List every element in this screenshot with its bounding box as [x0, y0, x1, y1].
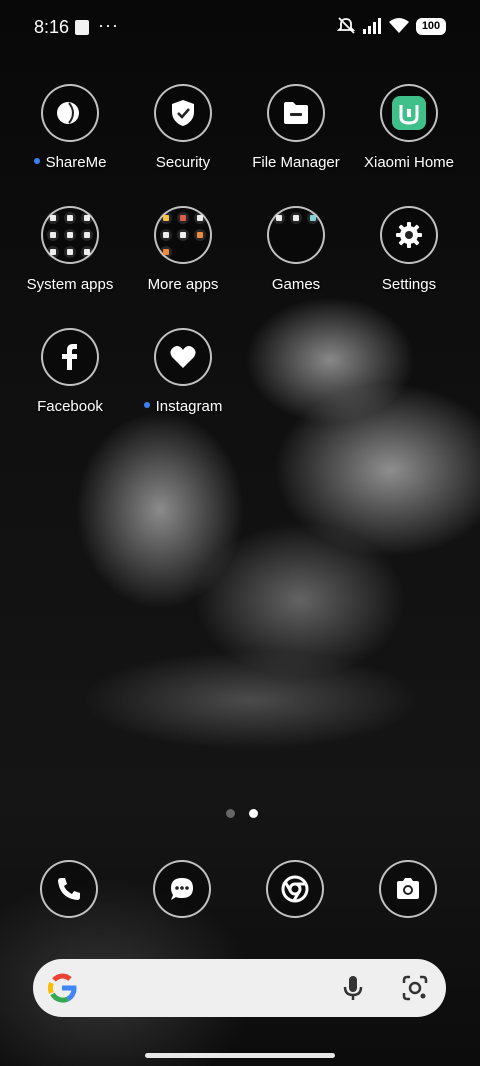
shield-icon	[154, 84, 212, 142]
dock-messages[interactable]	[153, 860, 211, 918]
shareme-icon	[41, 84, 99, 142]
app-xiaomi-home[interactable]: Xiaomi Home	[353, 84, 465, 171]
dock-chrome[interactable]	[266, 860, 324, 918]
facebook-icon	[41, 328, 99, 386]
silent-icon	[336, 17, 356, 34]
app-label: Instagram	[155, 398, 223, 415]
app-label: Facebook	[37, 398, 103, 415]
folder-more-apps[interactable]: More apps	[127, 206, 239, 293]
app-label: Games	[271, 276, 321, 293]
folder-system-apps[interactable]: System apps	[14, 206, 126, 293]
message-icon	[171, 878, 193, 900]
page-dot-1[interactable]	[226, 809, 235, 818]
app-label: Xiaomi Home	[363, 154, 455, 171]
app-settings[interactable]: Settings	[353, 206, 465, 293]
new-indicator	[143, 402, 150, 409]
signal-icon	[363, 18, 381, 34]
new-indicator	[33, 158, 40, 165]
page-indicator	[226, 809, 258, 818]
gear-icon	[380, 206, 438, 264]
page-dot-2[interactable]	[249, 809, 258, 818]
app-file-manager[interactable]: File Manager	[240, 84, 352, 171]
status-bar: 8:16 ··· 100	[0, 0, 480, 56]
app-label: More apps	[147, 276, 219, 293]
app-shareme[interactable]: ShareMe	[14, 84, 126, 171]
google-search-bar[interactable]	[33, 959, 446, 1017]
folder-grid-icon	[267, 206, 325, 264]
folder-games[interactable]: Games	[240, 206, 352, 293]
app-instagram[interactable]: Instagram	[127, 328, 239, 415]
app-label: Settings	[381, 276, 437, 293]
camera-icon	[397, 878, 419, 899]
gesture-nav-handle[interactable]	[145, 1053, 335, 1058]
folder-grid-icon	[154, 206, 212, 264]
folder-icon	[267, 84, 325, 142]
app-security[interactable]: Security	[127, 84, 239, 171]
xiaomi-home-icon	[380, 84, 438, 142]
app-label: Security	[155, 154, 211, 171]
chrome-icon	[281, 875, 309, 903]
status-time: 8:16	[34, 17, 70, 37]
app-label: File Manager	[252, 154, 340, 171]
mic-icon[interactable]	[338, 973, 368, 1003]
google-icon	[47, 973, 77, 1003]
heart-icon	[154, 328, 212, 386]
dock-camera[interactable]	[379, 860, 437, 918]
notification-square-icon	[75, 20, 89, 35]
battery-icon: 100	[416, 17, 446, 35]
dock-phone[interactable]	[40, 860, 98, 918]
lens-icon[interactable]	[400, 973, 430, 1003]
app-label: ShareMe	[45, 154, 107, 171]
wifi-icon	[389, 18, 409, 33]
overflow-dots: ···	[98, 15, 119, 35]
status-icons: 100	[336, 16, 446, 36]
phone-icon	[58, 878, 80, 900]
folder-grid-icon	[41, 206, 99, 264]
app-facebook[interactable]: Facebook	[14, 328, 126, 415]
app-label: System apps	[26, 276, 114, 293]
